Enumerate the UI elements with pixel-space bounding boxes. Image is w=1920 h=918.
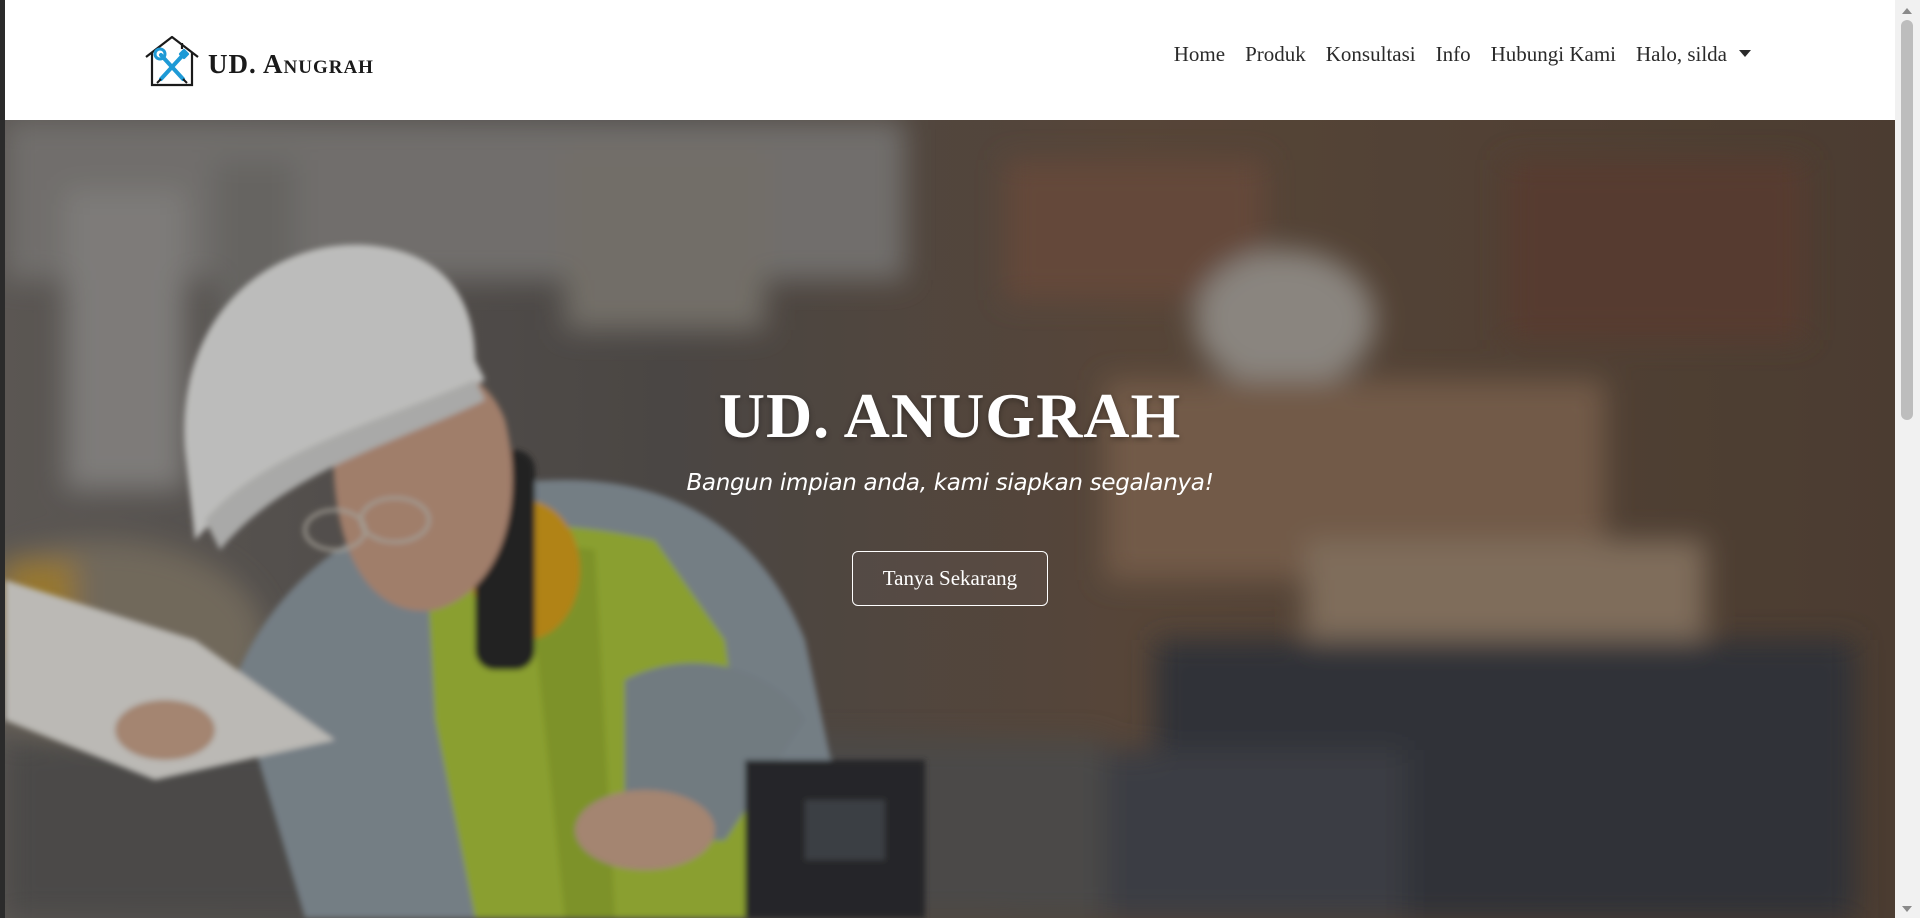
hero-section: UD. ANUGRAH Bangun impian anda, kami sia…	[5, 120, 1895, 918]
navbar: UD. Anugrah Home Produk Konsultasi Info …	[5, 0, 1895, 120]
caret-down-icon	[1739, 49, 1751, 57]
nav-info[interactable]: Info	[1436, 42, 1471, 67]
brand-name: UD. Anugrah	[208, 48, 374, 79]
nav-produk[interactable]: Produk	[1245, 42, 1306, 67]
brand-link[interactable]: UD. Anugrah	[142, 33, 374, 89]
house-tools-icon	[145, 35, 199, 87]
page: UD. Anugrah Home Produk Konsultasi Info …	[5, 0, 1895, 918]
scroll-thumb[interactable]	[1901, 20, 1913, 420]
main-nav: Home Produk Konsultasi Info Hubungi Kami…	[1174, 42, 1751, 67]
nav-hubungi-kami[interactable]: Hubungi Kami	[1491, 42, 1616, 67]
scroll-down-icon[interactable]	[1902, 906, 1912, 912]
hero-title: UD. ANUGRAH	[718, 380, 1182, 451]
scroll-up-icon[interactable]	[1902, 8, 1912, 14]
vertical-scrollbar[interactable]	[1895, 0, 1920, 918]
user-greeting: Halo, silda	[1636, 42, 1727, 66]
hero-subtitle: Bangun impian anda, kami siapkan segalan…	[686, 470, 1214, 496]
user-menu-dropdown[interactable]: Halo, silda	[1636, 42, 1751, 67]
nav-konsultasi[interactable]: Konsultasi	[1326, 42, 1416, 67]
tanya-sekarang-button[interactable]: Tanya Sekarang	[851, 551, 1049, 606]
hero-content: UD. ANUGRAH Bangun impian anda, kami sia…	[5, 384, 1895, 606]
nav-home[interactable]: Home	[1174, 42, 1225, 67]
